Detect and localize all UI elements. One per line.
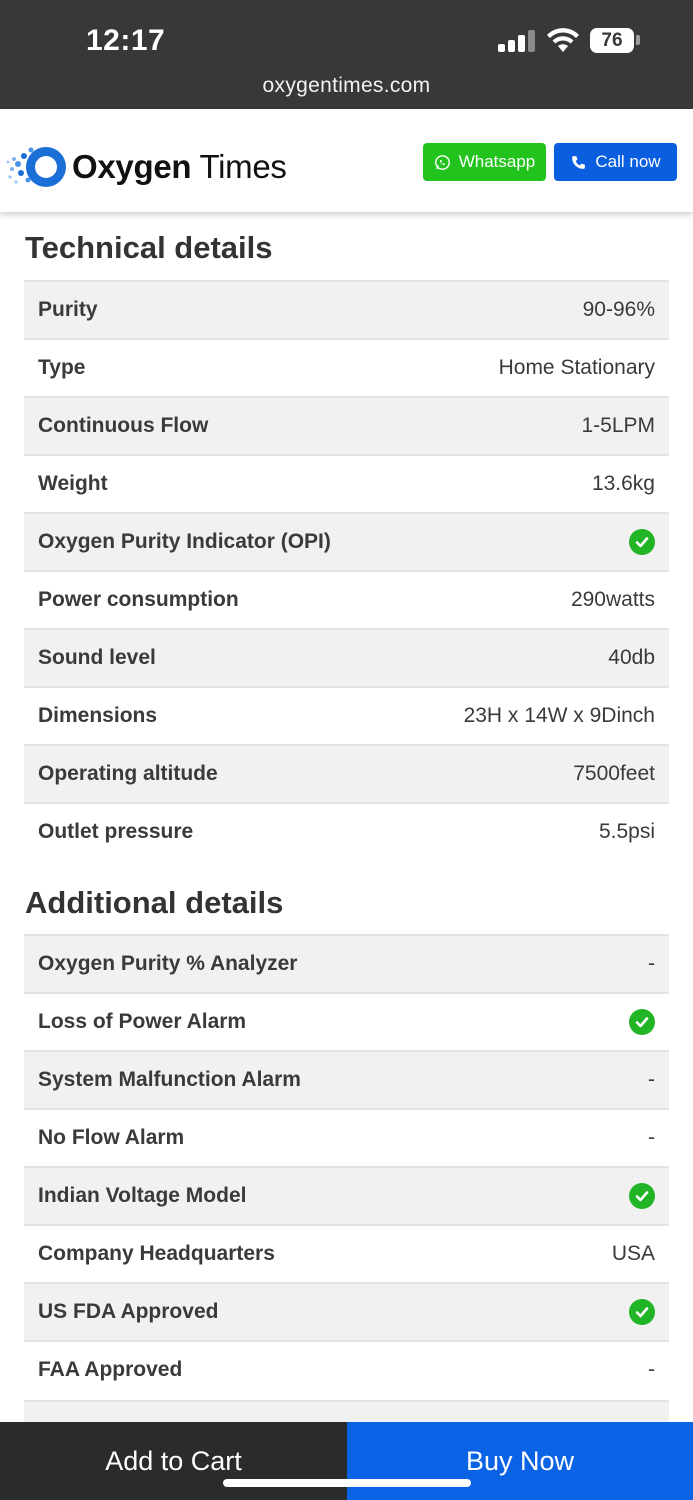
row-label: No Flow Alarm <box>38 1126 185 1149</box>
technical-details-title: Technical details <box>25 230 273 265</box>
row-value: Home Stationary <box>498 356 655 379</box>
battery-icon <box>636 35 640 45</box>
bottom-action-bar: Add to Cart Buy Now <box>0 1422 693 1500</box>
row-label: Power consumption <box>38 588 239 611</box>
row-value: - <box>648 1068 655 1091</box>
row-label: Sound level <box>38 646 156 669</box>
table-row: Dimensions 23H x 14W x 9Dinch <box>24 686 669 744</box>
address-bar-url[interactable]: oxygentimes.com <box>0 74 693 98</box>
row-label: Outlet pressure <box>38 820 194 843</box>
row-label: Company Headquarters <box>38 1242 275 1265</box>
row-label: Indian Voltage Model <box>38 1184 247 1207</box>
table-row: Purity 90-96% <box>24 280 669 338</box>
check-circle-icon <box>629 529 655 555</box>
row-label: Oxygen Purity Indicator (OPI) <box>38 530 331 553</box>
table-row: Weight 13.6kg <box>24 454 669 512</box>
browser-status-bar: 12:17 76 oxygentimes.com <box>0 0 693 109</box>
buy-now-button[interactable]: Buy Now <box>347 1422 693 1500</box>
row-value: 5.5psi <box>598 820 655 843</box>
home-indicator[interactable] <box>223 1479 471 1487</box>
whatsapp-label: Whatsapp <box>458 152 536 171</box>
site-logo-text[interactable]: Oxygen Times <box>72 148 287 186</box>
table-row: Loss of Power Alarm <box>24 992 669 1050</box>
row-label: Weight <box>38 472 108 495</box>
row-value: - <box>648 1126 655 1149</box>
site-header: Oxygen Times Whatsapp Call now <box>0 109 693 212</box>
wifi-icon <box>547 28 579 52</box>
row-value: 13.6kg <box>591 472 655 495</box>
table-row: Operating altitude 7500feet <box>24 744 669 802</box>
table-row: Company Headquarters USA <box>24 1224 669 1282</box>
table-row: Power consumption 290watts <box>24 570 669 628</box>
row-label: System Malfunction Alarm <box>38 1068 301 1091</box>
table-row: Oxygen Purity Indicator (OPI) <box>24 512 669 570</box>
row-label: Type <box>38 356 86 379</box>
table-row: Continuous Flow 1-5LPM <box>24 396 669 454</box>
row-label: Dimensions <box>38 704 158 727</box>
row-value: - <box>648 952 655 975</box>
battery-level: 76 <box>590 28 634 53</box>
row-label: Continuous Flow <box>38 414 209 437</box>
logo-light: Times <box>191 148 287 185</box>
table-row: Sound level 40db <box>24 628 669 686</box>
row-label: Operating altitude <box>38 762 218 785</box>
call-now-label: Call now <box>595 152 661 171</box>
whatsapp-icon <box>434 154 450 170</box>
row-label: FAA Approved <box>38 1358 183 1381</box>
technical-details-table: Purity 90-96% Type Home Stationary Continuou… <box>24 280 669 860</box>
row-label: Oxygen Purity % Analyzer <box>38 952 298 975</box>
table-row-partial <box>24 1400 669 1422</box>
add-to-cart-button[interactable]: Add to Cart <box>0 1422 347 1500</box>
phone-icon <box>572 155 586 169</box>
row-value: 7500feet <box>573 762 655 785</box>
additional-details-title: Additional details <box>25 885 284 920</box>
call-now-button[interactable]: Call now <box>554 143 677 181</box>
table-row: Type Home Stationary <box>24 338 669 396</box>
table-row: System Malfunction Alarm - <box>24 1050 669 1108</box>
row-value: USA <box>611 1242 655 1265</box>
row-value: 40db <box>608 646 655 669</box>
table-row: US FDA Approved <box>24 1282 669 1340</box>
table-row: FAA Approved - <box>24 1340 669 1398</box>
whatsapp-button[interactable]: Whatsapp <box>423 143 546 181</box>
row-label: US FDA Approved <box>38 1300 219 1323</box>
check-circle-icon <box>629 1299 655 1325</box>
check-circle-icon <box>629 1009 655 1035</box>
table-row: Indian Voltage Model <box>24 1166 669 1224</box>
additional-details-table: Oxygen Purity % Analyzer - Loss of Power A… <box>24 934 669 1398</box>
row-label: Purity <box>38 298 98 321</box>
logo-bold: Oxygen <box>72 148 192 185</box>
table-row: Outlet pressure 5.5psi <box>24 802 669 860</box>
table-row: No Flow Alarm - <box>24 1108 669 1166</box>
row-value: 90-96% <box>582 298 655 321</box>
row-value: 1-5LPM <box>581 414 655 437</box>
oxygen-times-logo-icon[interactable] <box>6 142 68 192</box>
page: 12:17 76 oxygentimes.com Oxygen Times Wh… <box>0 0 693 1500</box>
row-label: Loss of Power Alarm <box>38 1010 247 1033</box>
cellular-signal-icon <box>498 30 536 52</box>
row-value: 290watts <box>570 588 655 611</box>
status-time: 12:17 <box>86 24 166 57</box>
check-circle-icon <box>629 1183 655 1209</box>
row-value: - <box>648 1358 655 1381</box>
table-row: Oxygen Purity % Analyzer - <box>24 934 669 992</box>
row-value: 23H x 14W x 9Dinch <box>463 704 655 727</box>
